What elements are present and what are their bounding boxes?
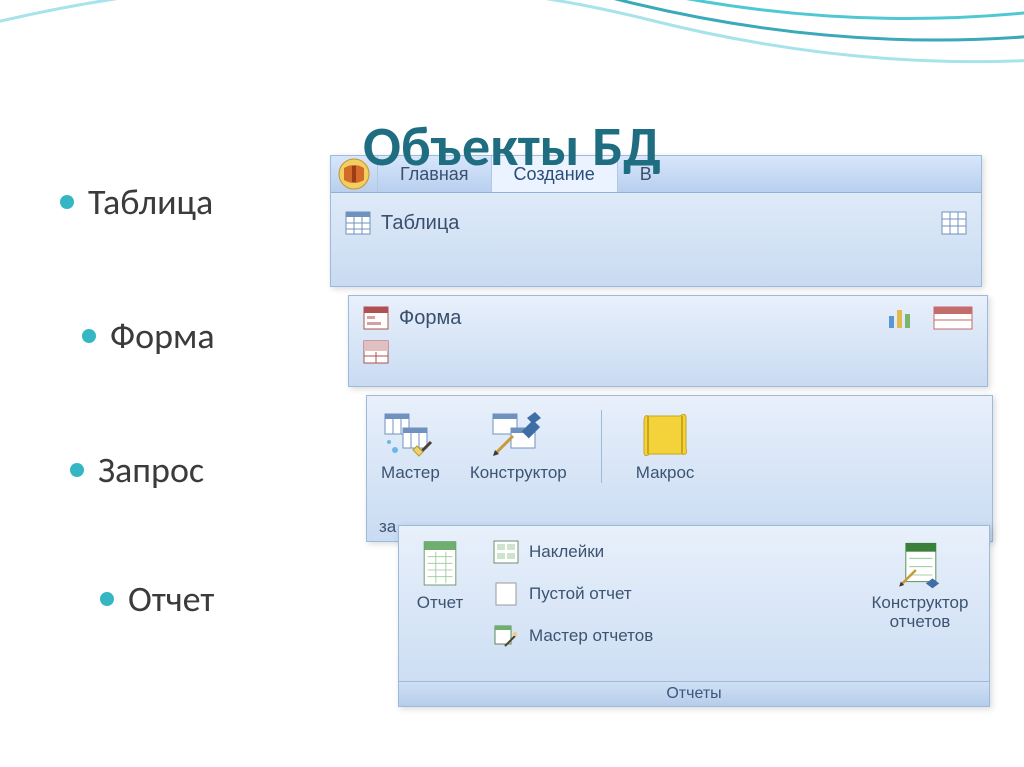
blank-report-button[interactable]: Пустой отчет xyxy=(493,582,653,606)
macro-button[interactable]: Макрос xyxy=(636,410,695,483)
bullet-label: Запрос xyxy=(98,448,204,492)
bullet-dot xyxy=(100,592,114,606)
macro-icon xyxy=(638,410,692,460)
query-designer-button[interactable]: Конструктор xyxy=(470,410,567,483)
bullet-report: Отчет xyxy=(100,577,400,621)
ribbon-capture-reports: Отчет Наклейки Пустой отчет xyxy=(398,525,990,707)
form-button-label[interactable]: Форма xyxy=(399,307,461,330)
report-designer-button[interactable]: Конструктор отчетов xyxy=(865,540,975,631)
bullet-label: Отчет xyxy=(128,577,214,621)
pivotchart-icon xyxy=(887,306,913,330)
slide-title: Объекты БД xyxy=(0,113,1024,181)
bullet-label: Таблица xyxy=(88,180,213,224)
labels-icon xyxy=(493,540,519,564)
bullet-list: Таблица Форма Запрос Отчет xyxy=(60,180,400,701)
bullet-dot xyxy=(82,329,96,343)
report-icon xyxy=(413,540,467,590)
query-designer-icon xyxy=(491,410,545,460)
bullet-table: Таблица xyxy=(60,180,400,224)
table-grid-icon xyxy=(941,211,967,235)
report-wizard-icon xyxy=(493,624,519,648)
form-header-icon xyxy=(933,306,973,330)
ribbon-group-reports-label: Отчеты xyxy=(399,681,989,706)
report-button[interactable]: Отчет xyxy=(413,540,467,613)
bullet-form: Форма xyxy=(82,314,400,358)
bullet-label: Форма xyxy=(110,314,215,358)
report-wizard-button[interactable]: Мастер отчетов xyxy=(493,624,653,648)
report-designer-icon xyxy=(893,540,947,590)
bullet-dot xyxy=(60,195,74,209)
blank-report-icon xyxy=(493,582,519,606)
ribbon-capture-query: Мастер Конструктор xyxy=(366,395,993,542)
labels-button[interactable]: Наклейки xyxy=(493,540,653,564)
bullet-dot xyxy=(70,463,84,477)
bullet-query: Запрос xyxy=(70,448,400,492)
ribbon-capture-form: Форма xyxy=(348,295,988,387)
